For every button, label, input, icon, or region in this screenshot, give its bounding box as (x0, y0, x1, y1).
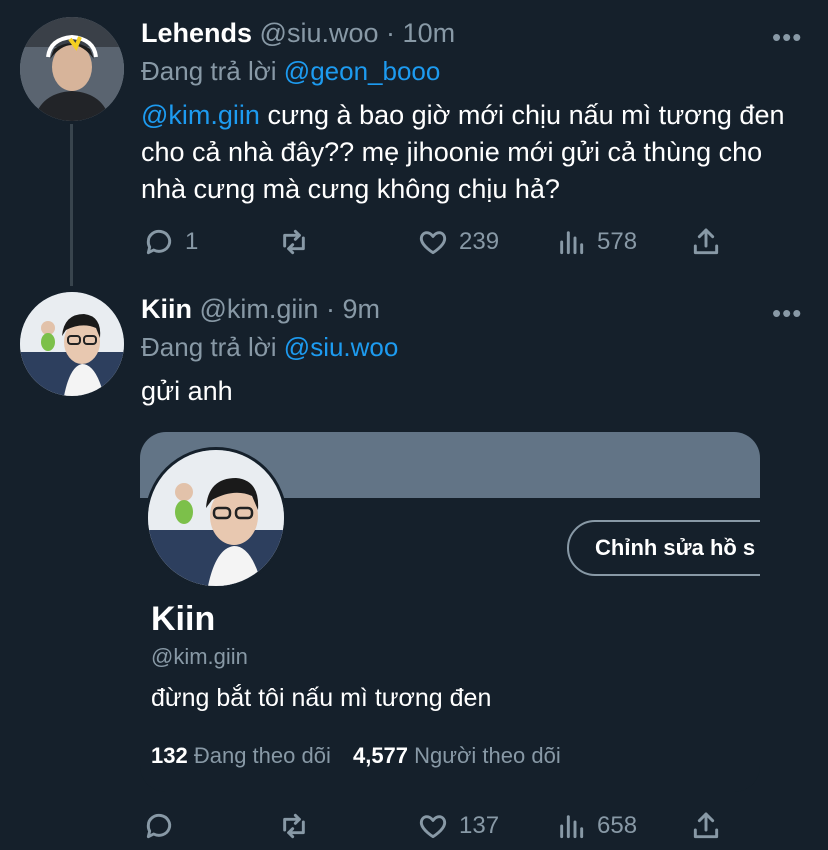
thread-connector-line (70, 124, 73, 286)
views-icon (560, 231, 584, 255)
avatar-lehends[interactable] (20, 17, 124, 121)
tweet-1-retweet-button[interactable] (278, 226, 320, 258)
tweet-1-handle[interactable]: @siu.woo (260, 18, 379, 48)
profile-card-follow-stats: 132 Đang theo dõi 4,577 Người theo dõi (151, 743, 561, 769)
followers-label: Người theo dõi (414, 743, 561, 768)
tweet-1-replying-user-link[interactable]: @geon_booo (284, 56, 441, 86)
tweet-2-like-count: 137 (459, 812, 500, 839)
tweet-1-views-button[interactable]: 578 (555, 226, 637, 258)
tweet-1-views-count: 578 (597, 228, 638, 255)
reply-icon (146, 813, 172, 839)
following-label: Đang theo dõi (193, 743, 331, 768)
tweet-2-like-button[interactable]: 137 (417, 810, 499, 842)
heart-icon (419, 231, 447, 255)
tweet-1-like-count: 239 (459, 228, 500, 255)
profile-card-avatar (145, 447, 287, 589)
avatar-kiin-image (20, 292, 124, 396)
retweet-icon (283, 229, 305, 255)
profile-card-bio: đừng bắt tôi nấu mì tương đen (151, 684, 492, 712)
profile-card-image[interactable]: Chỉnh sửa hồ s Kiin @kim.giin đừng bắt t… (140, 432, 760, 792)
tweet-1-more-icon[interactable]: ••• (772, 22, 802, 53)
tweet-2-views-button[interactable]: 658 (555, 810, 637, 842)
tweet-2-handle[interactable]: @kim.giin (200, 294, 319, 324)
tweet-1-reply-count: 1 (185, 228, 199, 255)
tweet-2-share-button[interactable] (690, 810, 722, 842)
tweet-2-replying-user-link[interactable]: @siu.woo (284, 332, 399, 362)
tweet-2-display-name[interactable]: Kiin (141, 294, 192, 324)
tweet-1-mention-link[interactable]: @kim.giin (141, 100, 260, 130)
views-icon (560, 815, 584, 839)
tweet-1-separator: · (386, 18, 396, 48)
tweet-1-time[interactable]: 10m (403, 18, 456, 48)
retweet-icon (283, 813, 305, 839)
tweet-2-replying-to: Đang trả lời @siu.woo (141, 332, 398, 363)
tweet-2-header: Kiin @kim.giin · 9m (141, 294, 380, 325)
tweet-1-like-button[interactable]: 239 (417, 226, 499, 258)
tweet-2-replying-prefix: Đang trả lời (141, 332, 277, 362)
profile-card-handle: @kim.giin (151, 644, 248, 669)
reply-icon (146, 229, 172, 255)
profile-card-avatar-image (148, 450, 284, 586)
tweet-1-share-button[interactable] (690, 226, 722, 258)
followers-count: 4,577 (352, 743, 409, 768)
tweet-2-retweet-button[interactable] (278, 810, 320, 842)
tweet-2-reply-button[interactable] (143, 810, 185, 842)
tweet-1-text: @kim.giin cưng à bao giờ mới chịu nấu mì… (141, 97, 791, 208)
share-icon (693, 812, 719, 839)
share-icon (693, 228, 719, 255)
tweet-2-more-icon[interactable]: ••• (772, 298, 802, 329)
profile-card-name: Kiin (151, 600, 216, 638)
tweet-2-separator: · (325, 294, 335, 324)
tweet-2-time[interactable]: 9m (342, 294, 380, 324)
edit-profile-button[interactable]: Chỉnh sửa hồ s (567, 520, 760, 576)
tweet-1-header: Lehends @siu.woo · 10m (141, 18, 455, 49)
tweet-1-display-name[interactable]: Lehends (141, 18, 252, 48)
tweet-1-reply-button[interactable]: 1 (143, 226, 198, 258)
tweet-1-replying-to: Đang trả lời @geon_booo (141, 56, 440, 87)
heart-icon (419, 815, 447, 839)
tweet-2-text: gửi anh (141, 376, 233, 406)
tweet-2-views-count: 658 (597, 812, 638, 839)
tweet-1-replying-prefix: Đang trả lời (141, 56, 277, 86)
avatar-lehends-image (20, 17, 124, 121)
following-count: 132 (151, 743, 188, 768)
avatar-kiin[interactable] (20, 292, 124, 396)
